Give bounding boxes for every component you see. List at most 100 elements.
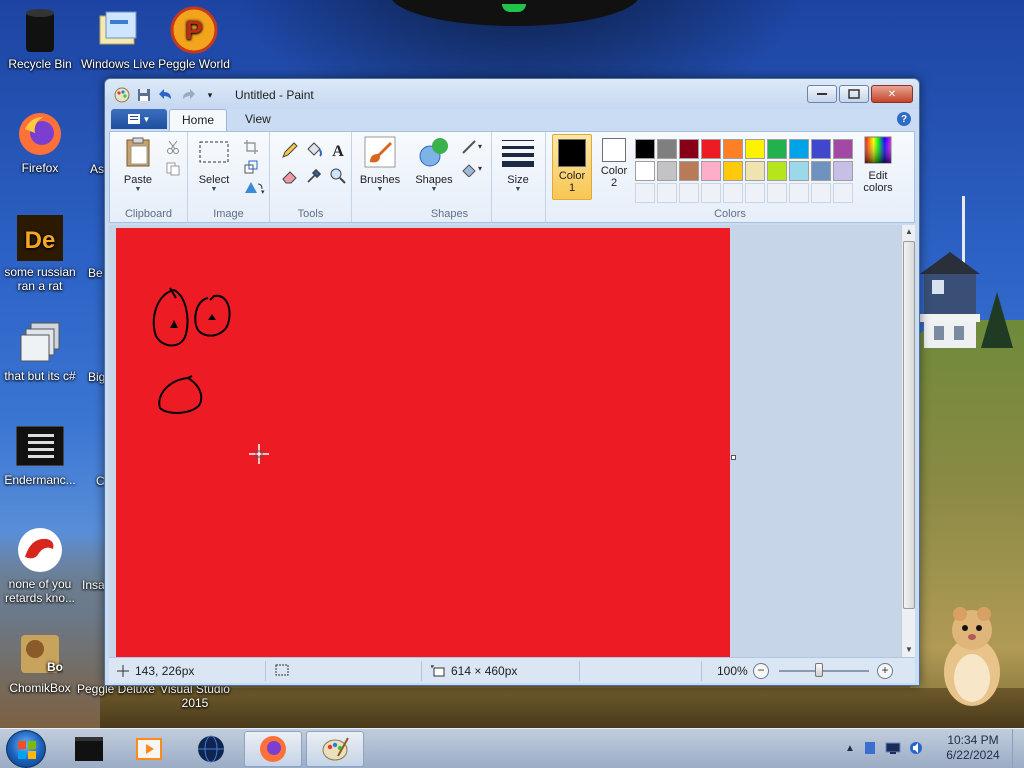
copy-icon[interactable] <box>164 160 182 178</box>
palette-swatch[interactable] <box>811 161 831 181</box>
palette-custom-slot[interactable] <box>723 183 743 203</box>
palette-swatch[interactable] <box>723 139 743 159</box>
outline-icon[interactable]: ▾ <box>460 138 488 156</box>
crop-icon[interactable] <box>242 138 260 156</box>
file-menu-button[interactable]: ▼ <box>111 109 167 129</box>
taskbar-app-media-player[interactable] <box>120 731 178 767</box>
color1-button[interactable]: Color 1 <box>552 134 592 200</box>
taskbar-clock[interactable]: 10:34 PM 6/22/2024 <box>938 733 1008 763</box>
palette-custom-slot[interactable] <box>745 183 765 203</box>
taskbar-app-firefox[interactable] <box>244 731 302 767</box>
start-button[interactable] <box>6 730 46 768</box>
show-desktop-button[interactable] <box>1012 729 1024 768</box>
palette-swatch[interactable] <box>635 161 655 181</box>
redo-icon[interactable] <box>179 87 197 103</box>
palette-custom-slot[interactable] <box>767 183 787 203</box>
zoom-slider-thumb[interactable] <box>815 663 823 677</box>
vertical-scrollbar[interactable]: ▲ ▼ <box>901 225 915 657</box>
palette-swatch[interactable] <box>767 161 787 181</box>
save-icon[interactable] <box>135 87 153 103</box>
desktop-icon-russian-rat[interactable]: De some russian ran a rat <box>0 214 80 293</box>
desktop-icon-chomikbox[interactable]: Box ChomikBox <box>0 630 80 695</box>
palette-swatch[interactable] <box>811 139 831 159</box>
fill-icon[interactable]: ▾ <box>460 160 488 178</box>
palette-custom-slot[interactable] <box>811 183 831 203</box>
maximize-button[interactable] <box>839 85 869 103</box>
palette-swatch[interactable] <box>789 161 809 181</box>
desktop-icon-recycle-bin[interactable]: Recycle Bin <box>0 6 80 71</box>
palette-custom-slot[interactable] <box>701 183 721 203</box>
scroll-up-icon[interactable]: ▲ <box>902 225 916 239</box>
tab-view[interactable]: View <box>233 109 283 131</box>
show-hidden-icons-icon[interactable]: ▲ <box>845 743 855 754</box>
cut-icon[interactable] <box>164 138 182 156</box>
tab-home[interactable]: Home <box>169 109 228 131</box>
palette-swatch[interactable] <box>679 161 699 181</box>
undo-icon[interactable] <box>157 87 175 103</box>
shapes-button[interactable]: Shapes ▼ <box>412 136 456 194</box>
pencil-icon[interactable] <box>280 140 300 160</box>
palette-custom-slot[interactable] <box>789 183 809 203</box>
palette-swatch[interactable] <box>701 139 721 159</box>
palette-swatch[interactable] <box>635 139 655 159</box>
desktop-icon-none-of-you[interactable]: none of you retards kno... <box>0 526 80 605</box>
paste-button[interactable]: Paste ▼ <box>116 136 160 194</box>
desktop-icon-windows-live[interactable]: Windows Live <box>78 6 158 71</box>
canvas-resize-handle[interactable] <box>731 455 736 460</box>
zoom-out-button[interactable]: − <box>753 663 769 679</box>
help-icon[interactable]: ? <box>897 112 911 126</box>
text-tool-icon[interactable]: A <box>328 140 348 160</box>
title-bar[interactable]: ▾ Untitled - Paint ✕ <box>105 79 919 109</box>
paint-app-icon[interactable] <box>113 87 131 103</box>
taskbar-app-paint[interactable] <box>306 731 364 767</box>
palette-custom-slot[interactable] <box>635 183 655 203</box>
palette-swatch[interactable] <box>833 139 853 159</box>
palette-swatch[interactable] <box>723 161 743 181</box>
desktop-icon-firefox[interactable]: Firefox <box>0 110 80 175</box>
select-button[interactable]: Select ▼ <box>194 136 234 194</box>
fill-bucket-icon[interactable] <box>304 140 324 160</box>
action-center-icon[interactable] <box>863 741 877 755</box>
palette-swatch[interactable] <box>833 161 853 181</box>
palette-swatch[interactable] <box>767 139 787 159</box>
canvas-area[interactable] <box>109 225 901 657</box>
palette-swatch[interactable] <box>657 161 677 181</box>
hamster-gadget[interactable] <box>938 600 1008 708</box>
minimize-button[interactable] <box>807 85 837 103</box>
network-icon[interactable] <box>885 741 901 755</box>
desktop-icon-endermanch[interactable]: Endermanc... <box>0 422 80 487</box>
color2-button[interactable]: Color 2 <box>594 134 634 200</box>
palette-custom-slot[interactable] <box>833 183 853 203</box>
customize-toolbar-icon[interactable]: ▾ <box>201 87 219 103</box>
palette-swatch[interactable] <box>679 139 699 159</box>
volume-icon[interactable] <box>909 741 923 755</box>
size-button[interactable]: Size ▼ <box>498 136 538 194</box>
palette-custom-slot[interactable] <box>679 183 699 203</box>
desktop-icon-that-but-csharp[interactable]: that but its c# <box>0 318 80 383</box>
edit-colors-button[interactable]: Edit colors <box>858 136 898 194</box>
palette-swatch[interactable] <box>745 161 765 181</box>
desktop-icon-partial-insa[interactable]: Insa <box>82 578 105 592</box>
color-picker-icon[interactable] <box>304 166 324 186</box>
palette-swatch[interactable] <box>657 139 677 159</box>
close-button[interactable]: ✕ <box>871 85 913 103</box>
taskbar-app-globe[interactable] <box>182 731 240 767</box>
palette-swatch[interactable] <box>701 161 721 181</box>
scrollbar-thumb[interactable] <box>903 241 915 609</box>
zoom-in-button[interactable]: + <box>877 663 893 679</box>
paint-window[interactable]: ▾ Untitled - Paint ✕ ▼ Home View ? Paste… <box>104 78 920 686</box>
palette-swatch[interactable] <box>789 139 809 159</box>
scroll-down-icon[interactable]: ▼ <box>902 643 916 657</box>
rotate-icon[interactable]: ▾ <box>242 178 268 196</box>
taskbar-app-terminal[interactable] <box>60 731 118 767</box>
drawing-canvas[interactable] <box>116 228 730 657</box>
magnifier-icon[interactable] <box>328 166 348 186</box>
zoom-slider[interactable] <box>779 670 869 672</box>
resize-icon[interactable] <box>242 158 260 176</box>
desktop-icon-peggle-world[interactable]: P Peggle World <box>154 6 234 71</box>
palette-swatch[interactable] <box>745 139 765 159</box>
brushes-button[interactable]: Brushes ▼ <box>356 136 404 194</box>
desktop-icon-visual-studio[interactable]: Visual Studio 2015 <box>156 682 234 710</box>
eraser-icon[interactable] <box>280 166 300 186</box>
palette-custom-slot[interactable] <box>657 183 677 203</box>
